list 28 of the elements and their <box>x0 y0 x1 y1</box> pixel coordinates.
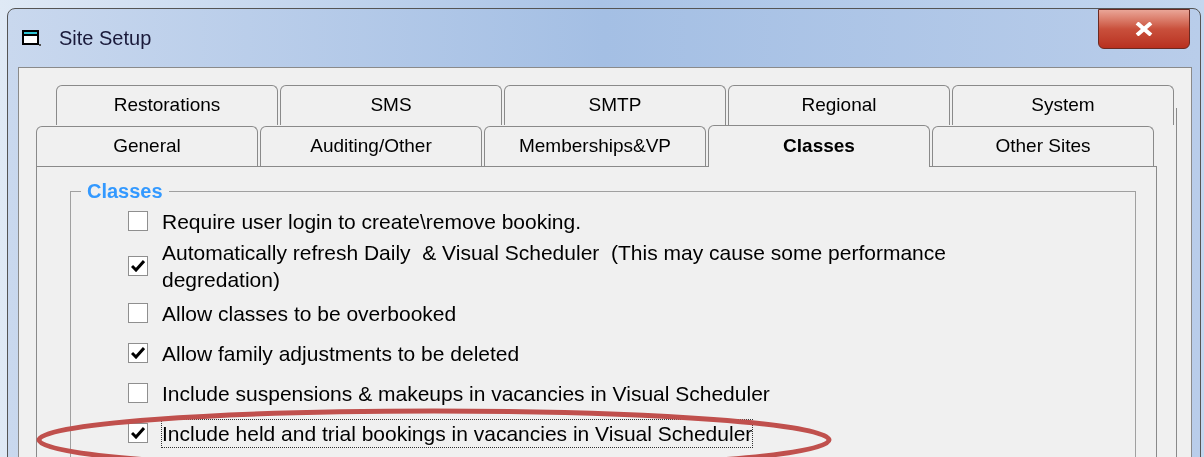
tab[interactable]: Auditing/Other <box>260 126 482 166</box>
checkbox-label: Automatically refresh Daily & Visual Scheduler (This may cause some performance degredation) <box>162 240 947 293</box>
tab[interactable]: Other Sites <box>932 126 1154 166</box>
tab[interactable]: Regional <box>728 85 950 125</box>
checkbox-label: Include suspensions & makeups in vacancies in Visual Scheduler <box>162 380 770 407</box>
checkbox-label: Allow classes to be overbooked <box>162 300 457 327</box>
checkmark-icon <box>131 260 145 272</box>
window-title: Site Setup <box>59 26 152 51</box>
tab[interactable]: Memberships&VP <box>484 126 706 166</box>
tab[interactable]: SMS <box>280 85 502 125</box>
close-icon <box>1135 22 1153 36</box>
tab[interactable]: Classes <box>708 125 930 167</box>
tab[interactable]: General <box>36 126 258 166</box>
checkbox[interactable] <box>128 343 148 363</box>
checkbox-label: Allow family adjustments to be deleted <box>162 340 520 367</box>
tab[interactable]: SMTP <box>504 85 726 125</box>
checkbox-label: Include held and trial bookings in vacancies in Visual Scheduler <box>162 419 753 447</box>
tab[interactable]: System <box>952 85 1174 125</box>
close-button[interactable] <box>1098 9 1190 49</box>
checkbox[interactable] <box>128 211 148 231</box>
tab[interactable]: Restorations <box>56 85 278 125</box>
checkmark-icon <box>131 347 145 359</box>
checkbox[interactable] <box>128 303 148 323</box>
checkbox[interactable] <box>128 383 148 403</box>
checkbox[interactable] <box>128 423 148 443</box>
checkbox-label: Require user login to create\remove booking. <box>162 208 582 235</box>
checkbox[interactable] <box>128 256 148 276</box>
checkmark-icon <box>131 427 145 439</box>
